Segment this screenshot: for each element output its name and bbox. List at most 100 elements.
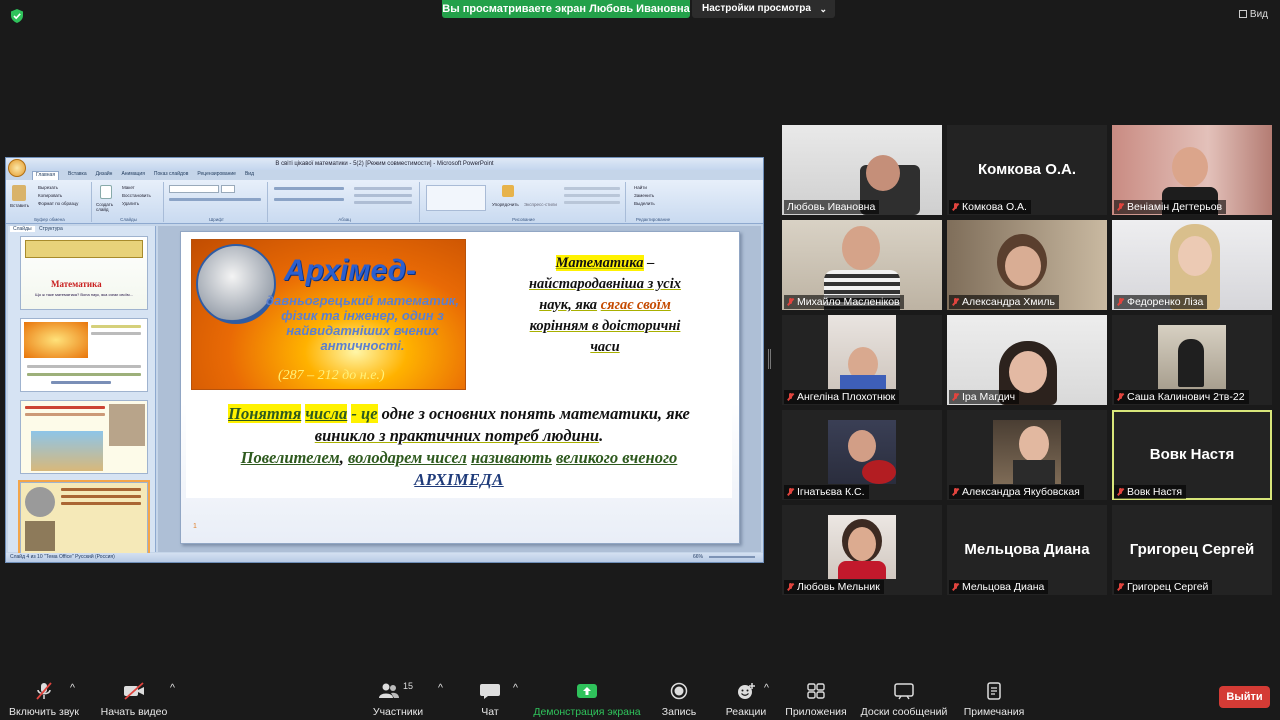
participant-tile[interactable]: Александра Хмиль bbox=[947, 220, 1107, 310]
participants-options-caret[interactable]: ^ bbox=[438, 682, 443, 694]
start-video-button[interactable]: Начать видео bbox=[98, 682, 170, 718]
reactions-button[interactable]: Реакции bbox=[722, 682, 770, 718]
ribbon-group-slides: Создать слайд Макет Восстановить Удалить… bbox=[94, 182, 164, 222]
muted-mic-icon bbox=[1117, 583, 1124, 591]
participant-tile-active-speaker[interactable]: Вовк Настя Вовк Настя bbox=[1112, 410, 1272, 500]
slide-thumbnail-3 bbox=[20, 400, 148, 474]
select-label: Выделить bbox=[634, 201, 655, 206]
ppt-tab-home: Главная bbox=[32, 171, 60, 180]
participants-count: 15 bbox=[403, 681, 414, 691]
audio-options-caret[interactable]: ^ bbox=[70, 682, 75, 694]
muted-mic-icon bbox=[1117, 488, 1124, 496]
participants-icon-wrap: 15 bbox=[378, 681, 418, 700]
participant-name-label: Федоренко Ліза bbox=[1114, 295, 1208, 309]
concept-povelytel: Повелителем bbox=[240, 448, 340, 467]
math-line-3: наук, яка сягає своїм bbox=[491, 295, 719, 316]
ppt-status-text: Слайд 4 из 10 "Тема Office" Русский (Рос… bbox=[10, 554, 115, 560]
participant-name: Вовк Настя bbox=[1127, 486, 1183, 498]
whiteboards-button[interactable]: Доски сообщений bbox=[858, 682, 950, 718]
view-button-label: Вид bbox=[1249, 9, 1268, 20]
paste-label: Вставить bbox=[10, 203, 30, 208]
muted-mic-icon bbox=[787, 298, 794, 306]
participant-name: Михайло Масленіков bbox=[797, 296, 900, 308]
meeting-toolbar: Включить звук ^ Начать видео ^ 15 Участн… bbox=[0, 674, 1280, 720]
participant-name: Александра Хмиль bbox=[962, 296, 1055, 308]
math-line-3-highlight: сягає своїм bbox=[600, 297, 671, 313]
ribbon-group-drawing: Упорядочить Экспресс-стили Рисование bbox=[422, 182, 626, 222]
thumb-title: Математика bbox=[51, 279, 102, 289]
thumb-text-line bbox=[61, 502, 141, 505]
participant-name-label: Александра Хмиль bbox=[949, 295, 1059, 309]
whiteboards-label: Доски сообщений bbox=[860, 706, 948, 718]
participant-name: Комкова О.А. bbox=[962, 201, 1027, 213]
microphone-muted-icon bbox=[36, 682, 52, 700]
participant-name-label: Александра Якубовская bbox=[949, 485, 1084, 499]
participant-tile[interactable]: Любовь Ивановна bbox=[782, 125, 942, 215]
panel-splitter-handle[interactable] bbox=[768, 349, 771, 369]
video-options-caret[interactable]: ^ bbox=[170, 682, 175, 694]
participant-name-label: Ангеліна Плохотнюк bbox=[784, 390, 900, 404]
concept-word-chysla: числа bbox=[305, 404, 348, 423]
participant-tile[interactable]: Веніамін Дегтерьов bbox=[1112, 125, 1272, 215]
participant-tile[interactable]: Григорец Сергей Григорец Сергей bbox=[1112, 505, 1272, 595]
ribbon-group-paragraph: Абзац bbox=[270, 182, 420, 222]
ribbon-group-editing: Найти Заменить Выделить Редактирование bbox=[628, 182, 678, 222]
record-button[interactable]: Запись bbox=[658, 682, 700, 718]
participant-tile[interactable]: Федоренко Ліза bbox=[1112, 220, 1272, 310]
ppt-window-title: В світі цікавої математики - 5(2) [Режим… bbox=[6, 158, 763, 170]
unmute-label: Включить звук bbox=[8, 706, 80, 718]
slide-thumbnail-1: Математика Що ж таке математика? Вона на… bbox=[20, 236, 148, 310]
participant-tile[interactable]: Александра Якубовская bbox=[947, 410, 1107, 500]
reactions-label: Реакции bbox=[725, 706, 767, 718]
layout-label: Макет bbox=[122, 185, 135, 190]
font-size-box bbox=[221, 185, 235, 193]
ppt-ribbon: Вставить Вырезать Копировать Формат по о… bbox=[6, 180, 763, 224]
paste-icon bbox=[12, 185, 26, 201]
participant-tile[interactable]: Ангеліна Плохотнюк bbox=[782, 315, 942, 405]
participant-tile[interactable]: Саша Калинович 2тв-22 bbox=[1112, 315, 1272, 405]
ribbon-group-label: Абзац bbox=[338, 217, 351, 222]
math-word: Математика bbox=[555, 255, 644, 271]
apps-button[interactable]: Приложения bbox=[784, 682, 848, 718]
math-line-4: корінням в доісторичні bbox=[529, 318, 681, 334]
view-button[interactable]: Вид bbox=[1238, 9, 1268, 20]
slides-tab: Слайды bbox=[10, 226, 35, 232]
grid-view-icon bbox=[1238, 10, 1247, 18]
participant-name-label: Саша Калинович 2тв-22 bbox=[1114, 390, 1249, 404]
participant-name-label: Мельцова Диана bbox=[949, 580, 1049, 594]
slide-editor-area: Архімед- давньогрецький математик, фізик… bbox=[158, 226, 761, 552]
thumb-text-line bbox=[61, 495, 141, 498]
security-shield-icon[interactable] bbox=[10, 9, 24, 23]
share-screen-button[interactable]: Демонстрация экрана bbox=[528, 682, 646, 718]
participant-face bbox=[1178, 236, 1212, 276]
reactions-options-caret[interactable]: ^ bbox=[764, 682, 769, 694]
concept-word-tse: - це bbox=[351, 404, 378, 423]
participant-tile[interactable]: Комкова О.А. Комкова О.А. bbox=[947, 125, 1107, 215]
participant-tile[interactable]: Ігнатьєва К.С. bbox=[782, 410, 942, 500]
ppt-tab-slideshow: Показ слайдов bbox=[153, 171, 189, 177]
smartart-row bbox=[354, 201, 412, 204]
shape-outline-row bbox=[564, 194, 620, 197]
muted-mic-icon bbox=[952, 203, 959, 211]
participant-tile[interactable]: Іра Магдич bbox=[947, 315, 1107, 405]
participant-name-label: Любовь Мельник bbox=[784, 580, 884, 594]
muted-mic-icon bbox=[1117, 298, 1124, 306]
arrange-label: Упорядочить bbox=[492, 202, 519, 207]
leave-meeting-button[interactable]: Выйти bbox=[1219, 686, 1270, 708]
chat-button[interactable]: Чат bbox=[470, 682, 510, 718]
current-slide: Архімед- давньогрецький математик, фізик… bbox=[180, 231, 740, 544]
chat-options-caret[interactable]: ^ bbox=[513, 682, 518, 694]
participant-name-label: Комкова О.А. bbox=[949, 200, 1031, 214]
arrange-icon bbox=[502, 185, 514, 197]
participants-button[interactable]: 15 Участники bbox=[368, 681, 428, 718]
delete-label: Удалить bbox=[122, 201, 140, 206]
muted-mic-icon bbox=[787, 488, 794, 496]
participant-tile[interactable]: Любовь Мельник bbox=[782, 505, 942, 595]
view-options-dropdown[interactable]: Настройки просмотра ⌄ bbox=[692, 0, 835, 18]
shapes-gallery bbox=[426, 185, 486, 211]
thumb-drawing-image bbox=[25, 521, 55, 551]
apps-label: Приложения bbox=[785, 706, 847, 718]
notes-button[interactable]: Примечания bbox=[960, 682, 1028, 718]
participant-tile[interactable]: Михайло Масленіков bbox=[782, 220, 942, 310]
participant-tile[interactable]: Мельцова Диана Мельцова Диана bbox=[947, 505, 1107, 595]
